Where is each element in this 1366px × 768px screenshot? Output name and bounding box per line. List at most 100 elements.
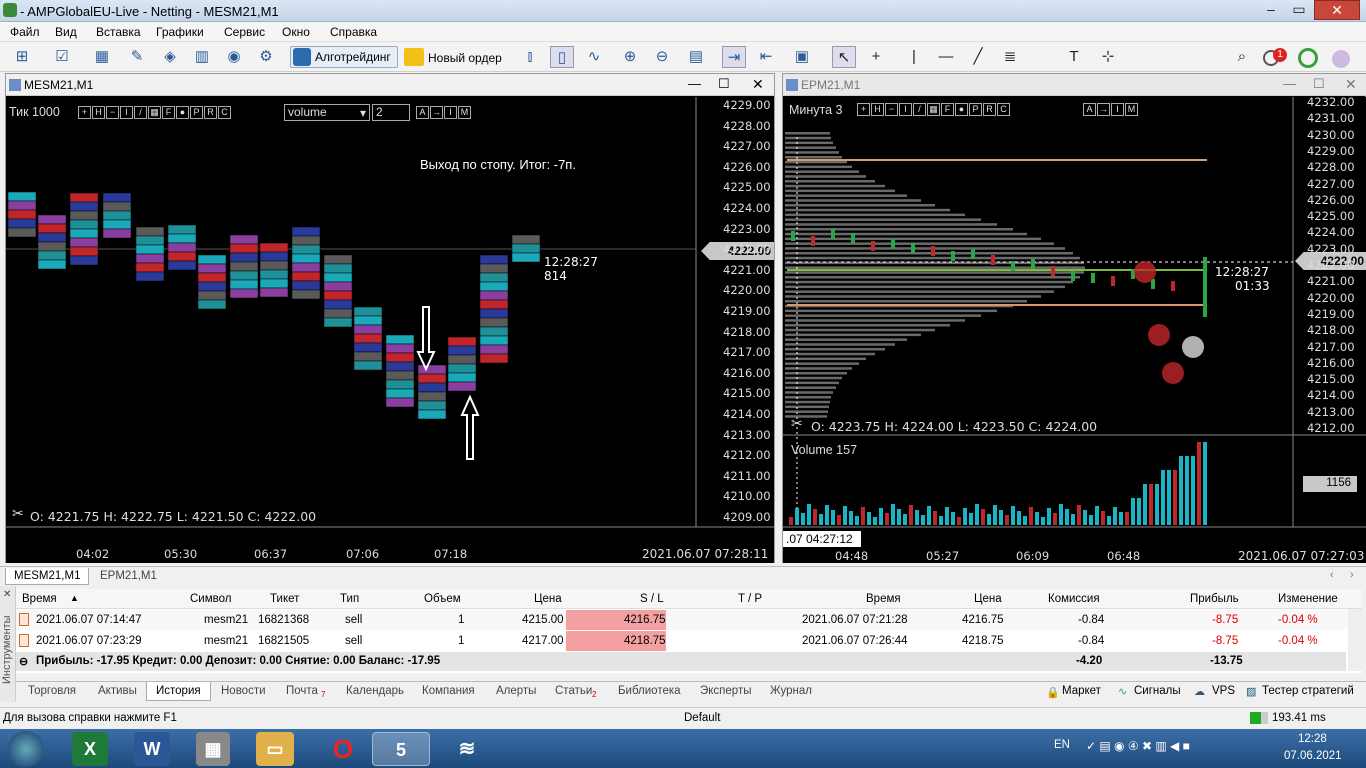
h-icon[interactable]: H [871, 103, 884, 117]
tab-library[interactable]: Библиотека [618, 685, 681, 697]
m-icon[interactable]: M [458, 106, 471, 120]
cursor-i-icon[interactable]: I [444, 106, 457, 120]
zoom-in-icon[interactable]: ⊕ [618, 46, 642, 68]
market-link[interactable]: Маркет [1062, 685, 1101, 697]
chart-shift-icon[interactable]: ⇤ [754, 46, 778, 68]
navigator-icon[interactable]: ◈ [158, 46, 182, 68]
bar-chart-icon[interactable]: ⫾ [518, 46, 542, 68]
p-icon[interactable]: P [190, 106, 203, 120]
word-icon[interactable]: W [134, 732, 170, 766]
dot-icon[interactable]: ● [955, 103, 968, 117]
col-change[interactable]: Изменение [1278, 593, 1338, 605]
text-icon[interactable]: T [1062, 46, 1086, 68]
menu-tools[interactable]: Сервис [224, 25, 265, 39]
col-price[interactable]: Цена [534, 593, 562, 605]
menu-file[interactable]: Файл [10, 25, 40, 39]
zoom-out-icon[interactable]: ⊖ [650, 46, 674, 68]
tab-articles[interactable]: Статьи [555, 685, 592, 697]
vertical-line-icon[interactable]: | [902, 46, 926, 68]
r-icon[interactable]: R [204, 106, 217, 120]
line-chart-icon[interactable]: ∿ [582, 46, 606, 68]
chart1-close-button[interactable]: ✕ [752, 76, 764, 93]
toolbox-close-icon[interactable]: ✕ [3, 589, 11, 600]
cursor-i-icon[interactable]: I [1111, 103, 1124, 117]
col-symbol[interactable]: Символ [190, 593, 231, 605]
chart1-canvas[interactable]: Тик 1000 + H − I / ▦ F ● P R C volume ▾ 2 A → I M Выхо… [6, 97, 774, 563]
dot-icon[interactable]: ● [176, 106, 189, 120]
indicator-param-stepper[interactable]: 2 [372, 104, 410, 121]
col-volume[interactable]: Объем [424, 593, 461, 605]
slash-icon[interactable]: / [134, 106, 147, 120]
chart1-minimize-button[interactable]: — [688, 76, 701, 91]
chart1-maximize-button[interactable]: ☐ [718, 76, 730, 92]
minus-icon[interactable]: − [106, 106, 119, 120]
profiles-icon[interactable]: ☑ [50, 46, 74, 68]
candle-chart-icon[interactable]: ▯ [550, 46, 574, 68]
cursor-icon[interactable]: ↖ [832, 46, 856, 68]
tab-mesm21[interactable]: MESM21,M1 [5, 568, 90, 585]
col-time[interactable]: Время [22, 593, 57, 605]
fill-icon[interactable]: F [162, 106, 175, 120]
m-icon[interactable]: M [1125, 103, 1138, 117]
maximize-button[interactable]: ▭ [1286, 0, 1312, 20]
strategy-tester-icon[interactable]: ⚙ [254, 46, 278, 68]
arrow-right-icon[interactable]: → [1097, 103, 1110, 117]
tray-language[interactable]: EN [1054, 739, 1070, 751]
excel-icon[interactable]: X [72, 732, 108, 766]
autoscroll-icon[interactable]: ⇥ [722, 46, 746, 68]
arrow-right-icon[interactable]: → [430, 106, 443, 120]
menu-view[interactable]: Вид [55, 25, 77, 39]
a-icon[interactable]: A [1083, 103, 1096, 117]
col-close-price[interactable]: Цена [974, 593, 1002, 605]
tab-trade[interactable]: Торговля [28, 685, 76, 697]
explorer-icon[interactable]: ▭ [256, 732, 294, 766]
calculator-icon[interactable]: ▦ [196, 732, 230, 766]
signals-link[interactable]: Сигналы [1134, 685, 1181, 697]
col-type[interactable]: Тип [340, 593, 359, 605]
wifi-settings-icon[interactable]: ≋ [444, 732, 490, 766]
tab-history[interactable]: История [146, 682, 211, 701]
tabs-scroll-left-icon[interactable]: ‹ [1330, 569, 1334, 581]
trendline-icon[interactable]: ╱ [966, 46, 990, 68]
menu-insert[interactable]: Вставка [96, 25, 141, 39]
tab-company[interactable]: Компания [422, 685, 475, 697]
minimize-button[interactable]: – [1258, 0, 1284, 20]
signals-icon[interactable]: ▥ [190, 46, 214, 68]
indicator-select[interactable]: volume ▾ [284, 104, 370, 121]
tab-experts[interactable]: Эксперты [700, 685, 751, 697]
p-icon[interactable]: P [969, 103, 982, 117]
tile-windows-icon[interactable]: ▤ [684, 46, 708, 68]
crosshair-icon[interactable]: + [864, 46, 888, 68]
metatrader-icon[interactable]: 5 [372, 732, 430, 766]
menu-help[interactable]: Справка [330, 25, 377, 39]
add-icon[interactable]: + [78, 106, 91, 120]
col-commission[interactable]: Комиссия [1048, 593, 1100, 605]
fibonacci-icon[interactable]: ≣ [998, 46, 1022, 68]
opera-icon[interactable]: O [320, 732, 366, 766]
chart2-canvas[interactable]: Минута 3 + H − I / ▦ F ● P R C A → I M 12:28:27 01:33… [783, 97, 1366, 563]
collapse-icon[interactable]: ⊖ [19, 655, 28, 668]
templates-icon[interactable]: ▣ [790, 46, 814, 68]
h-icon[interactable]: H [92, 106, 105, 120]
account-icon[interactable] [1332, 50, 1350, 68]
level-icon[interactable] [1298, 48, 1318, 68]
col-tp[interactable]: T / P [738, 593, 762, 605]
grid-icon[interactable]: ▦ [927, 103, 940, 117]
tab-assets[interactable]: Активы [98, 685, 137, 697]
menu-window[interactable]: Окно [282, 25, 310, 39]
chart2-close-button[interactable]: ✕ [1345, 76, 1357, 93]
market-watch-icon[interactable]: ▦ [90, 46, 114, 68]
new-chart-icon[interactable]: ⊞ [10, 46, 34, 68]
search-icon[interactable]: ⌕ [1230, 46, 1254, 68]
tabs-scroll-right-icon[interactable]: › [1350, 569, 1354, 581]
add-icon[interactable]: + [857, 103, 870, 117]
chart2-minimize-button[interactable]: — [1283, 76, 1296, 91]
fill-icon[interactable]: F [941, 103, 954, 117]
new-order-button[interactable]: Новый ордер [428, 51, 502, 65]
horizontal-line-icon[interactable]: — [934, 46, 958, 68]
tab-epm21[interactable]: EPM21,M1 [92, 568, 165, 585]
vps-link[interactable]: VPS [1212, 685, 1235, 697]
minus-icon[interactable]: − [885, 103, 898, 117]
strategy-tester-link[interactable]: Тестер стратегий [1262, 685, 1354, 697]
tab-calendar[interactable]: Календарь [346, 685, 404, 697]
